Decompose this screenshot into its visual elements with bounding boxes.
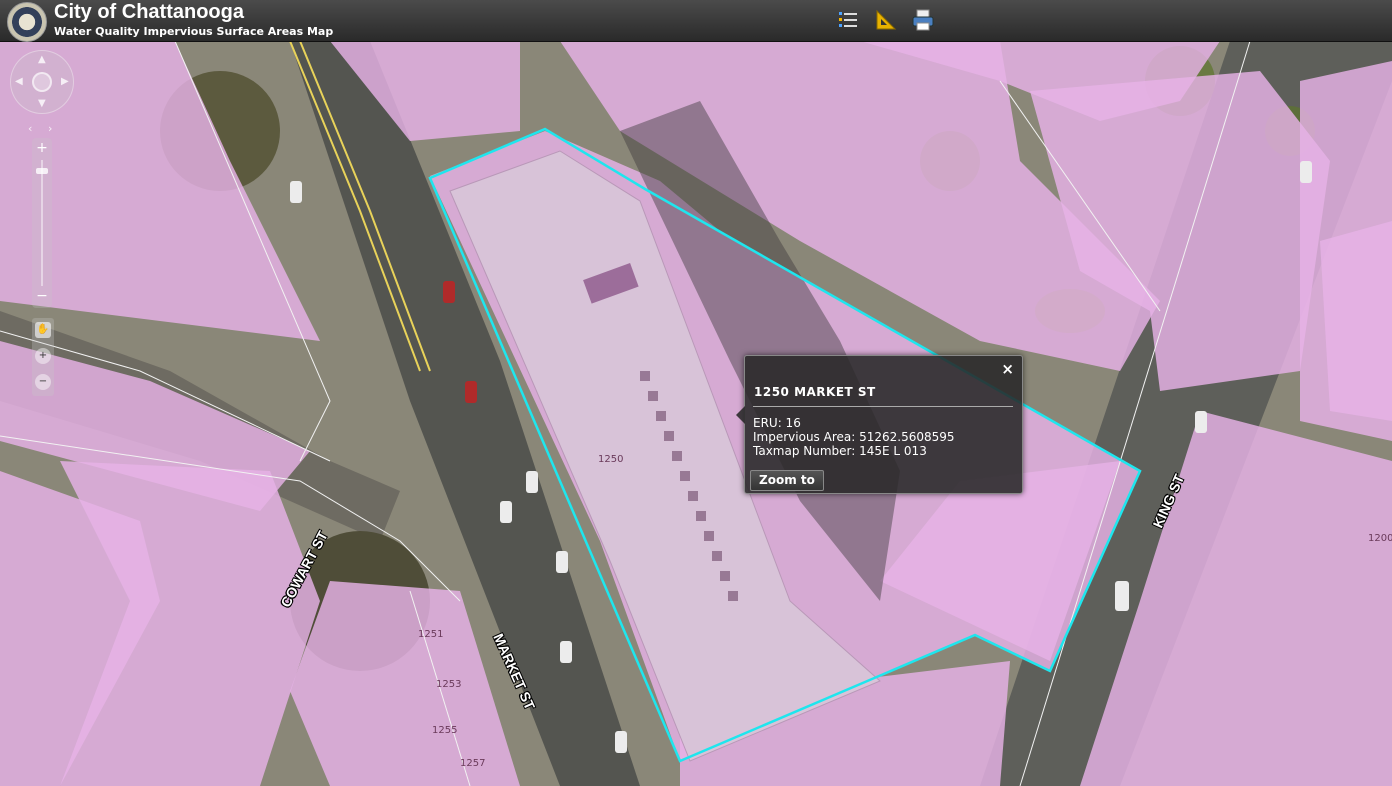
city-seal-logo (7, 2, 47, 42)
app-title: City of Chattanooga (54, 1, 244, 23)
zoom-out-icon[interactable]: − (32, 288, 52, 306)
app-header: City of Chattanooga Water Quality Imperv… (0, 0, 1392, 42)
measure-icon[interactable] (874, 8, 898, 32)
legend-icon[interactable] (836, 8, 860, 32)
popup-taxmap-number: Taxmap Number: 145E L 013 (753, 444, 927, 458)
popup-impervious-area: Impervious Area: 51262.5608595 (753, 430, 955, 444)
parcel-label: 1257 (460, 758, 486, 769)
popup-divider (753, 406, 1013, 407)
pan-control[interactable]: ▲ ▼ ◀ ▶ (10, 50, 74, 114)
zoom-to-button[interactable]: Zoom to (750, 470, 824, 491)
parcel-label: 1200 (1368, 533, 1392, 544)
aerial-imagery (0, 41, 1392, 786)
parcel-label: 1253 (436, 679, 462, 690)
zoom-out-tool-icon[interactable]: − (35, 374, 51, 390)
map-canvas[interactable]: COWART ST MARKET ST KING ST 1250 1251 12… (0, 41, 1392, 786)
zoom-track[interactable] (41, 160, 43, 286)
pan-hand-icon[interactable]: ✋ (35, 322, 51, 338)
close-icon[interactable]: × (1001, 360, 1014, 378)
pan-right-icon[interactable]: ▶ (61, 76, 69, 87)
zoom-in-tool-icon[interactable]: + (35, 348, 51, 364)
popup-title: 1250 MARKET ST (754, 385, 876, 399)
popup-pointer (736, 406, 745, 424)
parcel-label: 1251 (418, 629, 444, 640)
pan-down-icon[interactable]: ▼ (38, 98, 46, 109)
parcel-popup: × 1250 MARKET ST ERU: 16 Impervious Area… (736, 355, 1023, 494)
zoom-thumb[interactable] (36, 168, 48, 174)
full-extent-icon[interactable] (32, 72, 52, 92)
parcel-label: 1250 (598, 454, 624, 465)
map-tools: ✋ + − (32, 318, 54, 396)
print-icon[interactable] (911, 8, 935, 32)
app-subtitle: Water Quality Impervious Surface Areas M… (54, 25, 334, 38)
pan-left-icon[interactable]: ◀ (15, 76, 23, 87)
popup-eru: ERU: 16 (753, 416, 801, 430)
parcel-label: 1255 (432, 725, 458, 736)
zoom-in-icon[interactable]: + (32, 140, 52, 158)
zoom-slider[interactable]: + − (32, 138, 52, 308)
next-extent-icon[interactable]: › (48, 122, 52, 135)
previous-extent-icon[interactable]: ‹ (28, 122, 32, 135)
pan-up-icon[interactable]: ▲ (38, 54, 46, 65)
